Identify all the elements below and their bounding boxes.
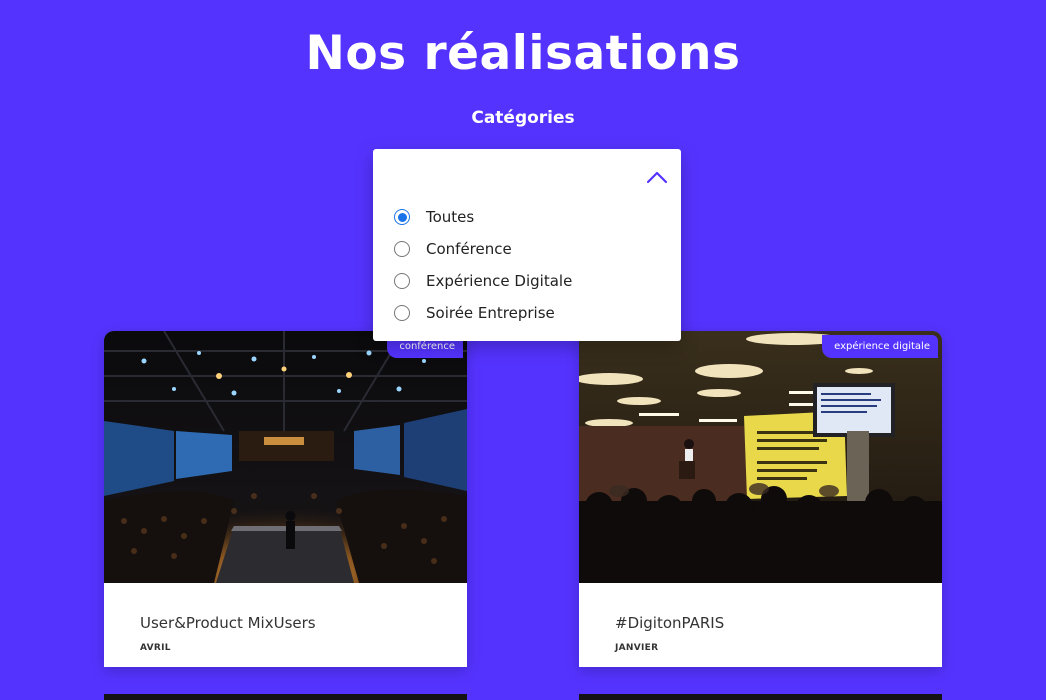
categories-label: Catégories	[471, 108, 575, 128]
card-image-event-room	[579, 331, 942, 583]
option-experience-digitale[interactable]: Expérience Digitale	[394, 265, 572, 297]
radio-soiree-entreprise[interactable]	[394, 305, 410, 321]
page-title: Nos réalisations	[305, 26, 741, 81]
option-soiree-entreprise[interactable]: Soirée Entreprise	[394, 297, 572, 329]
radio-conference[interactable]	[394, 241, 410, 257]
option-label: Expérience Digitale	[426, 272, 573, 290]
project-card[interactable]: conférence User&Product MixUsers AVRIL	[104, 331, 467, 667]
card-title[interactable]: User&Product MixUsers	[140, 614, 316, 632]
option-toutes[interactable]: Toutes	[394, 201, 572, 233]
category-badge: expérience digitale	[822, 335, 938, 358]
option-label: Soirée Entreprise	[426, 304, 555, 322]
category-dropdown[interactable]: Toutes Conférence Expérience Digitale So…	[373, 149, 681, 341]
chevron-up-icon[interactable]	[645, 169, 669, 185]
card-date: AVRIL	[140, 643, 171, 653]
option-label: Conférence	[426, 240, 512, 258]
option-label: Toutes	[426, 208, 475, 226]
card-image-conference-hall	[104, 331, 467, 583]
radio-toutes[interactable]	[394, 209, 410, 225]
next-card-edge	[104, 694, 467, 700]
project-card[interactable]: expérience digitale #DigitonPARIS JANVIE…	[579, 331, 942, 667]
next-card-edge	[579, 694, 942, 700]
category-options: Toutes Conférence Expérience Digitale So…	[394, 201, 572, 329]
card-title[interactable]: #DigitonPARIS	[615, 614, 724, 632]
option-conference[interactable]: Conférence	[394, 233, 572, 265]
card-date: JANVIER	[615, 643, 659, 653]
radio-experience-digitale[interactable]	[394, 273, 410, 289]
